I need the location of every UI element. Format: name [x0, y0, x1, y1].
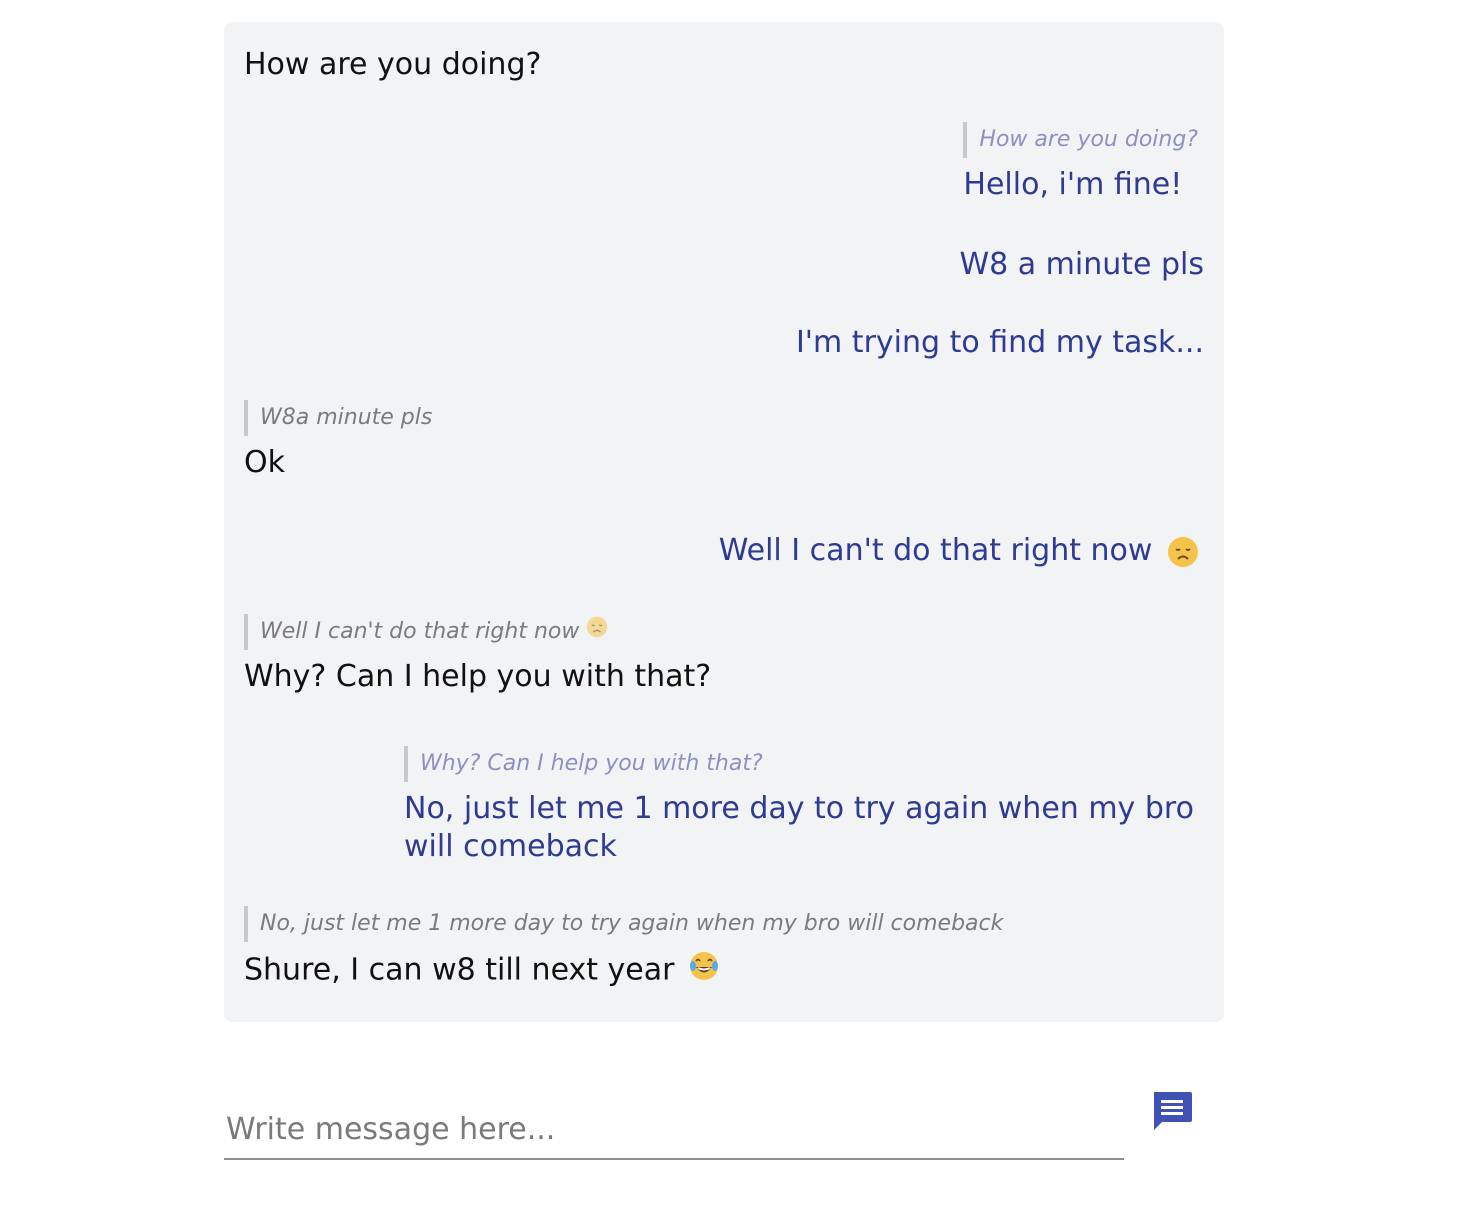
message-received: W8a minute pls Ok: [244, 400, 432, 482]
send-button[interactable]: [1150, 1088, 1194, 1134]
reply-quote: Why? Can I help you with that?: [404, 746, 1204, 782]
message-icon: [1154, 1092, 1192, 1130]
message-text-row: Well I can't do that right now: [719, 532, 1198, 570]
message-input[interactable]: [224, 1111, 1108, 1148]
reply-quote: No, just let me 1 more day to try again …: [244, 906, 1003, 942]
message-sent: I'm trying to find my task...: [796, 324, 1204, 362]
message-text-row: Shure, I can w8 till next year: [244, 950, 1003, 992]
message-received: No, just let me 1 more day to try again …: [244, 906, 1003, 992]
reply-quote-text: Well I can't do that right now: [260, 619, 580, 644]
disappointed-face-icon: [1168, 536, 1198, 567]
message-sent: How are you doing? Hello, i'm fine!: [963, 122, 1198, 204]
message-sent: Why? Can I help you with that? No, just …: [404, 746, 1204, 866]
message-received: Well I can't do that right now Why? Can …: [244, 614, 711, 696]
message-sent: W8 a minute pls: [959, 246, 1204, 284]
message-text: Hello, i'm fine!: [963, 167, 1183, 202]
message-received: How are you doing?: [244, 46, 541, 84]
disappointed-face-icon: [586, 614, 608, 650]
message-text: No, just let me 1 more day to try again …: [404, 791, 1194, 864]
message-text: Why? Can I help you with that?: [244, 659, 712, 694]
reply-quote: Well I can't do that right now: [244, 614, 711, 650]
message-text: W8 a minute pls: [959, 247, 1204, 282]
message-text: I'm trying to find my task...: [795, 325, 1204, 360]
tears-of-joy-icon: [688, 950, 720, 992]
reply-quote: W8a minute pls: [244, 400, 432, 436]
message-text: How are you doing?: [244, 47, 542, 82]
reply-quote: How are you doing?: [963, 122, 1198, 158]
message-text: Well I can't do that right now: [718, 533, 1153, 568]
chat-panel: How are you doing? How are you doing? He…: [224, 22, 1224, 1022]
message-sent: Well I can't do that right now: [719, 532, 1198, 570]
message-text: Ok: [244, 445, 285, 480]
message-text: Shure, I can w8 till next year: [244, 952, 675, 988]
message-composer: [224, 1090, 1124, 1160]
